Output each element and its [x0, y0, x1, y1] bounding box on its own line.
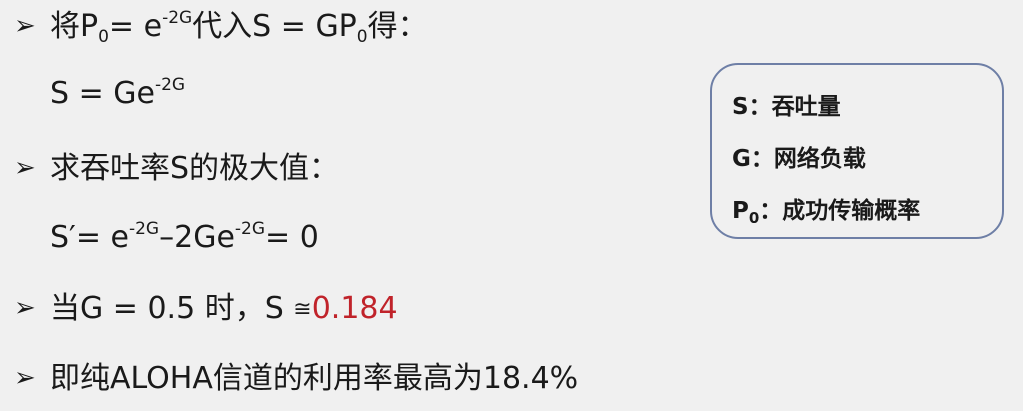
- formula-text: S = Ge: [50, 76, 155, 111]
- arrow-bullet-icon: ➢: [14, 293, 36, 323]
- line-text: 当G = 0.5 时，S: [50, 291, 294, 326]
- formula-text: = 0: [265, 220, 319, 255]
- line-conclusion: ➢ 即纯ALOHA信道的利用率最高为18.4%: [14, 360, 578, 397]
- legend-item-throughput: S：吞吐量: [732, 93, 841, 121]
- line-text: 将P: [50, 9, 99, 44]
- line-text: = e: [108, 9, 163, 44]
- line-result: ➢ 当G = 0.5 时，S ≅0.184: [14, 290, 398, 328]
- line-text: 即纯ALOHA信道的利用率最高为18.4%: [50, 361, 579, 396]
- legend-separator: ：: [759, 198, 783, 224]
- legend-separator: ：: [748, 94, 772, 120]
- legend-separator: ：: [750, 146, 774, 172]
- legend-text: 网络负载: [773, 146, 866, 172]
- line-text: 得：: [367, 9, 428, 44]
- formula-s: S = Ge-2G: [50, 76, 185, 112]
- legend-box: S：吞吐量 G：网络负载 P0：成功传输概率: [710, 63, 1004, 239]
- subscript: 0: [98, 27, 109, 47]
- legend-symbol: G: [732, 146, 751, 172]
- subscript: 0: [748, 209, 760, 227]
- highlight-value: 0.184: [311, 291, 398, 326]
- line-text: 代入S = GP: [192, 9, 357, 44]
- line-substitute: ➢ 将P0= e-2G代入S = GP0得：: [14, 8, 428, 47]
- subscript: 0: [356, 27, 368, 47]
- legend-symbol: S: [732, 94, 749, 120]
- superscript: -2G: [234, 219, 266, 239]
- approx-symbol: ≅: [293, 297, 312, 322]
- legend-item-probability: P0：成功传输概率: [732, 197, 921, 227]
- legend-text: 成功传输概率: [782, 198, 921, 224]
- superscript: -2G: [128, 219, 160, 239]
- formula-text: S′= e: [50, 220, 129, 255]
- legend-symbol: P: [732, 198, 749, 224]
- formula-derivative: S′= e-2G–2Ge-2G= 0: [50, 220, 319, 256]
- formula-text: –2Ge: [159, 220, 235, 255]
- arrow-bullet-icon: ➢: [14, 11, 36, 41]
- legend-text: 吞吐量: [771, 94, 841, 120]
- superscript: -2G: [154, 75, 186, 95]
- line-maximize: ➢ 求吞吐率S的极大值：: [14, 150, 339, 187]
- arrow-bullet-icon: ➢: [14, 153, 36, 183]
- superscript: -2G: [162, 8, 193, 28]
- legend-item-load: G：网络负载: [732, 145, 866, 173]
- line-text: 求吞吐率S的极大值：: [50, 151, 340, 186]
- arrow-bullet-icon: ➢: [14, 363, 36, 393]
